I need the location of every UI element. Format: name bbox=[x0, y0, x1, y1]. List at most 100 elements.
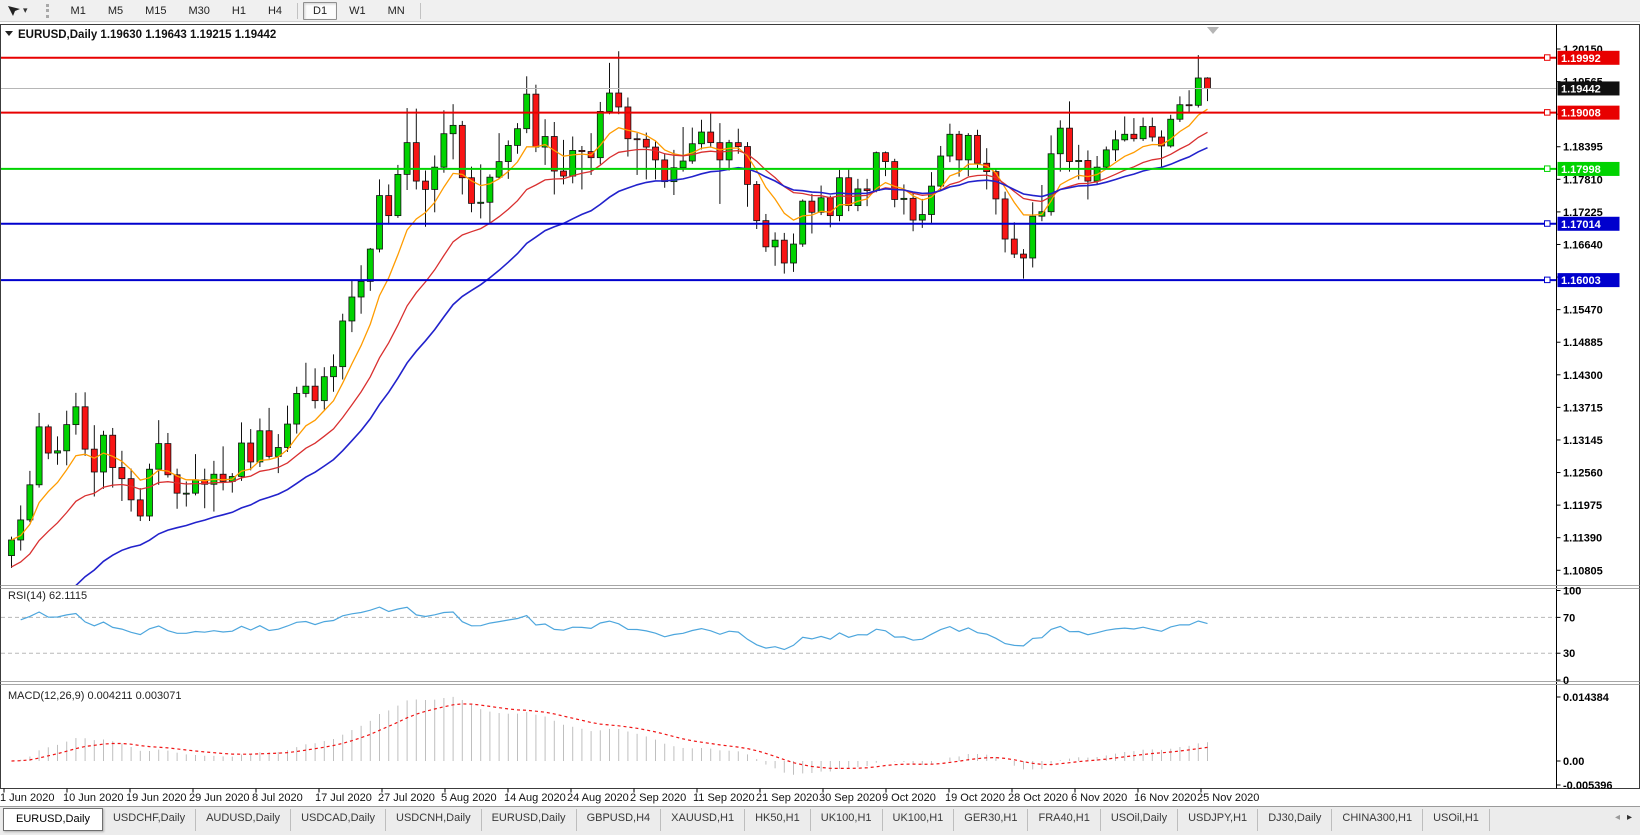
chart-tab-usdcad-daily[interactable]: USDCAD,Daily bbox=[291, 809, 386, 831]
timeframe-button-m5[interactable]: M5 bbox=[98, 2, 133, 20]
price-tick-label: 1.18395 bbox=[1563, 142, 1603, 154]
candle-body bbox=[248, 443, 254, 462]
date-tick-label: 25 Nov 2020 bbox=[1197, 792, 1259, 804]
candle-body bbox=[708, 132, 714, 143]
timeframe-button-w1[interactable]: W1 bbox=[339, 2, 376, 20]
candle-body bbox=[441, 134, 447, 167]
candle-body bbox=[331, 367, 337, 377]
chart-canvas[interactable]: 1.201501.195651.189801.183951.178101.172… bbox=[0, 22, 1640, 806]
price-tick-label: 1.17810 bbox=[1563, 174, 1603, 186]
candle-body bbox=[597, 111, 603, 157]
candle-body bbox=[892, 162, 898, 200]
candle-body bbox=[395, 174, 401, 215]
rsi-tick-label: 100 bbox=[1563, 586, 1581, 598]
chart-tab-ger30-h1[interactable]: GER30,H1 bbox=[954, 809, 1028, 831]
rsi-tick-label: 30 bbox=[1563, 648, 1575, 660]
chart-tab-list: EURUSD,DailyUSDCHF,DailyAUDUSD,DailyUSDC… bbox=[3, 807, 1490, 831]
chart-tab-usdcnh-daily[interactable]: USDCNH,Daily bbox=[386, 809, 482, 831]
timeframe-button-m30[interactable]: M30 bbox=[179, 2, 220, 20]
candle-body bbox=[818, 198, 824, 212]
chart-tab-uk100-h1[interactable]: UK100,H1 bbox=[811, 809, 883, 831]
date-tick-label: 11 Sep 2020 bbox=[693, 792, 755, 804]
chart-tab-eurusd-daily[interactable]: EURUSD,Daily bbox=[482, 809, 577, 831]
chart-tab-usdchf-daily[interactable]: USDCHF,Daily bbox=[103, 809, 196, 831]
chart-tab-audusd-daily[interactable]: AUDUSD,Daily bbox=[196, 809, 291, 831]
candle-body bbox=[873, 153, 879, 191]
chart-tab-eurusd-daily[interactable]: EURUSD,Daily bbox=[3, 808, 103, 831]
toolbar-grip-handle[interactable] bbox=[46, 4, 52, 18]
level-line-1.19992[interactable]: 1.19992 bbox=[1, 51, 1620, 65]
tab-scroll-left-icon[interactable]: ◂ bbox=[1615, 812, 1620, 823]
candle-body bbox=[1131, 134, 1137, 138]
level-line-handle bbox=[1545, 110, 1551, 116]
candle-body bbox=[9, 540, 15, 556]
timeframe-button-d1[interactable]: D1 bbox=[303, 2, 337, 20]
candle-body bbox=[754, 184, 760, 220]
chart-tab-xauusd-h1[interactable]: XAUUSD,H1 bbox=[661, 809, 745, 831]
candle-body bbox=[119, 468, 125, 479]
tab-scroll-arrows: ◂ ▸ bbox=[1611, 807, 1640, 823]
candle-body bbox=[386, 196, 392, 216]
chart-tab-hk50-h1[interactable]: HK50,H1 bbox=[745, 809, 811, 831]
candle-body bbox=[846, 178, 852, 206]
price-tick-label: 1.15470 bbox=[1563, 305, 1603, 317]
level-line-handle bbox=[1545, 221, 1551, 227]
level-line-1.17998[interactable]: 1.17998 bbox=[1, 162, 1620, 176]
tab-scroll-right-icon[interactable]: ▸ bbox=[1627, 812, 1632, 823]
chart-tab-dj30-daily[interactable]: DJ30,Daily bbox=[1258, 809, 1332, 831]
candle-body bbox=[975, 135, 981, 163]
candle-body bbox=[349, 297, 355, 321]
line-tool-button[interactable]: ▾ bbox=[2, 3, 32, 18]
candle-body bbox=[137, 500, 143, 516]
date-axis: 1 Jun 202010 Jun 202019 Jun 202029 Jun 2… bbox=[0, 789, 1259, 805]
macd-label: MACD(12,26,9) 0.004211 0.003071 bbox=[8, 690, 181, 702]
chart-tab-fra40-h1[interactable]: FRA40,H1 bbox=[1028, 809, 1100, 831]
candles-layer bbox=[9, 51, 1211, 568]
candle-body bbox=[303, 386, 309, 393]
candle-body bbox=[312, 386, 318, 400]
candle-body bbox=[64, 425, 70, 451]
candle-body bbox=[929, 186, 935, 214]
chart-tab-usoil-daily[interactable]: USOil,Daily bbox=[1101, 809, 1178, 831]
candle-body bbox=[901, 198, 907, 199]
price-tick-label: 1.11975 bbox=[1563, 500, 1602, 512]
candle-body bbox=[643, 139, 649, 147]
candle-body bbox=[285, 424, 291, 447]
chart-tab-gbpusd-h4[interactable]: GBPUSD,H4 bbox=[577, 809, 662, 831]
candle-body bbox=[1085, 160, 1091, 181]
candle-body bbox=[1067, 128, 1073, 161]
collapse-arrow-icon[interactable] bbox=[5, 31, 13, 36]
ma-fast-line bbox=[12, 109, 1208, 540]
date-tick-label: 2 Sep 2020 bbox=[630, 792, 686, 804]
candle-body bbox=[1076, 160, 1082, 161]
candle-body bbox=[423, 181, 429, 189]
level-line-1.19008[interactable]: 1.19008 bbox=[1, 106, 1620, 120]
chart-title: EURUSD,Daily 1.19630 1.19643 1.19215 1.1… bbox=[18, 29, 276, 41]
candle-body bbox=[128, 479, 134, 500]
level-line-1.17014[interactable]: 1.17014 bbox=[1, 217, 1620, 231]
price-tick-label: 1.13145 bbox=[1563, 435, 1603, 447]
candle-body bbox=[791, 244, 797, 263]
timeframe-button-m15[interactable]: M15 bbox=[135, 2, 176, 20]
timeframe-button-h4[interactable]: H4 bbox=[258, 2, 292, 20]
date-tick-label: 5 Aug 2020 bbox=[441, 792, 497, 804]
chart-shift-marker[interactable] bbox=[1207, 27, 1219, 34]
candle-body bbox=[579, 150, 585, 151]
date-tick-label: 28 Oct 2020 bbox=[1008, 792, 1068, 804]
timeframe-button-mn[interactable]: MN bbox=[378, 2, 415, 20]
chart-tab-china300-h1[interactable]: CHINA300,H1 bbox=[1332, 809, 1423, 831]
level-line-1.16003[interactable]: 1.16003 bbox=[1, 273, 1620, 287]
chart-tab-usoil-h1[interactable]: USOil,H1 bbox=[1423, 809, 1490, 831]
candle-body bbox=[1113, 140, 1119, 150]
level-line-handle bbox=[1545, 55, 1551, 61]
candle-body bbox=[505, 145, 511, 161]
timeframe-button-h1[interactable]: H1 bbox=[222, 2, 256, 20]
candle-body bbox=[515, 129, 521, 146]
candle-body bbox=[294, 393, 300, 424]
chart-tab-usdjpy-h1[interactable]: USDJPY,H1 bbox=[1178, 809, 1258, 831]
chart-tab-uk100-h1[interactable]: UK100,H1 bbox=[883, 809, 955, 831]
candle-body bbox=[321, 377, 327, 401]
timeframe-button-m1[interactable]: M1 bbox=[61, 2, 96, 20]
toolbar-separator bbox=[420, 3, 421, 19]
candle-body bbox=[266, 431, 272, 457]
